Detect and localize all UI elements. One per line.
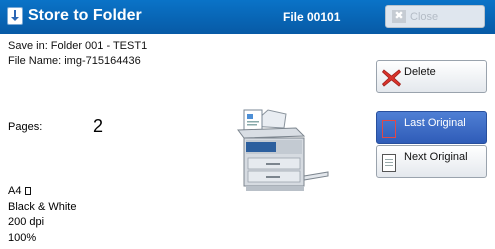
close-button-label: Close: [410, 11, 439, 23]
pages-value: 2: [93, 116, 104, 136]
multifunction-printer-icon: [237, 109, 329, 191]
file-name-text: File Name: img-715164436: [8, 55, 141, 67]
close-button[interactable]: ✖ Close: [385, 5, 485, 28]
file-name-label: File 00101: [283, 10, 341, 24]
resolution: 200 dpi: [8, 216, 45, 228]
delete-x-icon: [381, 69, 402, 87]
paper-size: A4: [8, 185, 22, 197]
page-icon: [382, 154, 396, 172]
portrait-orientation-icon: [25, 187, 32, 195]
next-original-label: Next Original: [404, 151, 468, 163]
last-original-label: Last Original: [404, 117, 466, 129]
pages-label: Pages:: [8, 121, 43, 133]
page-icon: [382, 120, 396, 138]
window-title: Store to Folder: [28, 7, 142, 24]
save-in-text: Save in: Folder 001 - TEST1: [8, 40, 148, 52]
title-bar: Store to Folder File 00101 ✖ Close: [0, 0, 495, 34]
delete-button[interactable]: Delete: [376, 60, 487, 93]
delete-button-label: Delete: [404, 66, 436, 78]
store-to-folder-icon: [7, 7, 23, 25]
scale: 100%: [8, 231, 37, 244]
next-original-button[interactable]: Next Original: [376, 145, 487, 178]
color-mode: Black & White: [8, 200, 77, 213]
scan-settings-list: A4 Black & White 200 dpi 100%: [8, 184, 76, 246]
last-original-button[interactable]: Last Original: [376, 111, 487, 144]
close-icon: ✖: [392, 10, 406, 23]
paper-size-row: A4: [8, 184, 76, 200]
